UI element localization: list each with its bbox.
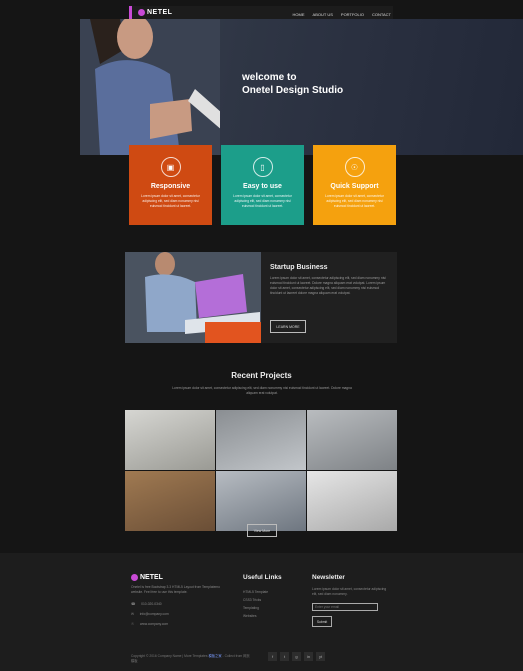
hero-title-line2: Onetel Design Studio — [242, 85, 344, 96]
startup-title: Startup Business — [270, 264, 328, 271]
logo-text: NETEL — [147, 9, 173, 16]
project-tile[interactable] — [125, 410, 215, 470]
newsletter-text: Lorem ipsum dolor sit amet, consectetur … — [312, 587, 387, 596]
twitter-icon[interactable]: t — [280, 652, 289, 661]
newsletter-submit-button[interactable]: Submit — [312, 616, 332, 627]
hero-title-line1: welcome to — [242, 72, 297, 83]
footer-link[interactable]: CSS3 Tricks — [243, 596, 268, 604]
feature-card-responsive: ▣ Responsive Lorem ipsum dolor sit amet,… — [129, 145, 212, 225]
facebook-icon[interactable]: f — [268, 652, 277, 661]
footer-link[interactable]: Templating — [243, 604, 268, 612]
feature-text: Lorem ipsum dolor sit amet, consectetur … — [141, 194, 200, 208]
footer-link[interactable]: Websites — [243, 612, 268, 620]
nav-home[interactable]: HOME — [293, 12, 305, 17]
footer-logo-text: NETEL — [140, 574, 163, 581]
laptop-icon: ▣ — [160, 157, 181, 177]
feature-title: Quick Support — [330, 183, 379, 190]
copyright-text: Copyright © 2016 Company Name | More Tem… — [131, 654, 208, 658]
footer-link[interactable]: HTML5 Template — [243, 588, 268, 596]
linkedin-icon[interactable]: in — [304, 652, 313, 661]
logo-mark-icon — [138, 9, 145, 16]
recent-projects-title: Recent Projects — [231, 371, 292, 380]
useful-links-title: Useful Links — [243, 574, 282, 581]
startup-section: Startup Business Lorem ipsum dolor sit a… — [125, 252, 397, 343]
social-links: f t g in yt — [268, 652, 325, 661]
nav-portfolio[interactable]: PORTFOLIO — [341, 12, 364, 17]
youtube-icon[interactable]: yt — [316, 652, 325, 661]
project-tile[interactable] — [216, 471, 306, 531]
startup-text: Lorem ipsum dolor sit amet, consectetur … — [270, 276, 386, 295]
feature-title: Responsive — [150, 183, 191, 190]
feature-title: Easy to use — [243, 183, 282, 190]
useful-links-list: HTML5 Template CSS3 Tricks Templating We… — [243, 588, 268, 620]
copyright-link[interactable]: 模板之家 — [208, 654, 221, 658]
nav-about[interactable]: ABOUT US — [313, 12, 333, 17]
learn-more-button[interactable]: LEARN MORE — [270, 320, 306, 333]
logo[interactable]: NETEL — [138, 9, 172, 16]
main-menu: HOME ABOUT US PORTFOLIO CONTACT — [293, 12, 391, 17]
project-tile[interactable] — [216, 410, 306, 470]
phone-icon: ▯ — [252, 157, 273, 177]
hero-banner: welcome to Onetel Design Studio — [80, 19, 523, 155]
startup-image — [125, 252, 261, 343]
feature-card-easy: ▯ Easy to use Lorem ipsum dolor sit amet… — [221, 145, 304, 225]
project-tile[interactable] — [125, 471, 215, 531]
google-plus-icon[interactable]: g — [292, 652, 301, 661]
project-gallery — [125, 410, 397, 531]
web-text[interactable]: www.company.com — [140, 622, 168, 626]
footer-email: ✉ info@company.com — [131, 612, 169, 616]
nav-contact[interactable]: CONTACT — [372, 12, 391, 17]
newsletter-email-input[interactable] — [312, 603, 378, 611]
hero-person-image — [80, 19, 220, 155]
mail-icon: ✉ — [131, 612, 134, 616]
recent-projects-text: Lorem ipsum dolor sit amet, consectetur … — [172, 386, 352, 395]
footer-web: ☉ www.company.com — [131, 622, 168, 626]
logo-mark-icon — [131, 574, 138, 581]
footer-logo[interactable]: NETEL — [131, 574, 163, 581]
globe-icon: ☉ — [131, 622, 134, 626]
support-icon: ☉ — [344, 157, 365, 177]
footer-phone: ☎ 010-020-0340 — [131, 602, 162, 606]
view-more-button[interactable]: View More — [247, 524, 277, 537]
footer-about-text: Onetel is free Bootstrap 3.3 HTML5 Layou… — [131, 585, 220, 594]
project-tile[interactable] — [307, 410, 397, 470]
feature-cards: ▣ Responsive Lorem ipsum dolor sit amet,… — [129, 145, 396, 225]
feature-text: Lorem ipsum dolor sit amet, consectetur … — [325, 194, 384, 208]
phone-icon: ☎ — [131, 602, 136, 606]
newsletter-title: Newsletter — [312, 574, 345, 581]
hero-title: welcome to Onetel Design Studio — [242, 71, 343, 97]
feature-text: Lorem ipsum dolor sit amet, consectetur … — [233, 194, 292, 208]
email-text[interactable]: info@company.com — [140, 612, 169, 616]
feature-card-support: ☉ Quick Support Lorem ipsum dolor sit am… — [313, 145, 396, 225]
project-tile[interactable] — [307, 471, 397, 531]
copyright: Copyright © 2016 Company Name | More Tem… — [131, 654, 251, 664]
phone-text: 010-020-0340 — [141, 602, 162, 606]
